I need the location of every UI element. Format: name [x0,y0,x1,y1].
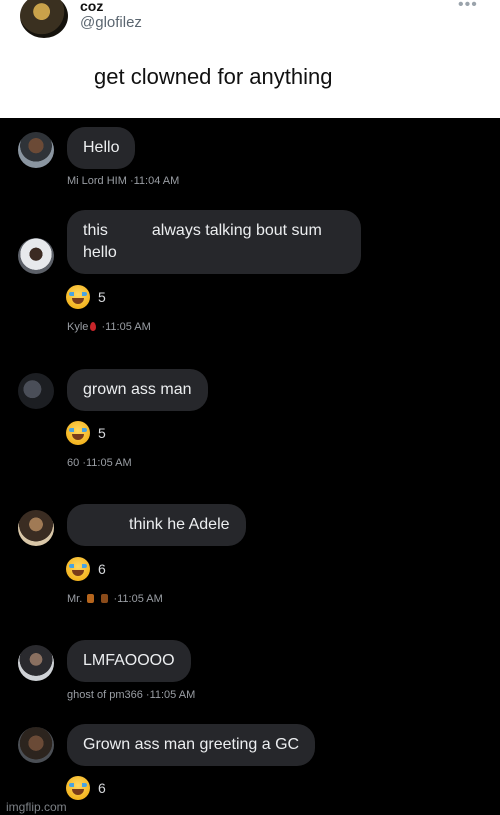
message-bubble[interactable]: this always talking bout sum hello [67,210,361,274]
watermark: imgflip.com [6,800,67,814]
message-text: hello [83,244,117,261]
avatar[interactable] [18,510,54,546]
message-text: think he Adele [129,516,230,533]
tweet-header: coz @glofilez ••• get clowned for anythi… [0,0,500,118]
avatar[interactable] [18,727,54,763]
reaction-count: 6 [98,780,106,796]
message-time: ·11:04 AM [129,175,180,187]
reaction-count: 5 [98,289,106,305]
sender-name: ghost of pm366 [67,689,143,701]
joy-emoji-icon [66,776,90,800]
joy-emoji-icon [66,557,90,581]
more-options-icon[interactable]: ••• [458,0,478,14]
tweet-text: get clowned for anything [94,64,333,89]
message-bubble[interactable]: think he Adele [67,504,246,546]
message-meta: Mi Lord HIM ·11:04 AM [67,175,179,187]
reaction[interactable]: 5 [66,420,106,446]
hand-emoji-icon [101,594,109,603]
sender-name: Mi Lord HIM [67,175,127,187]
message-meta: ghost of pm366 ·11:05 AM [67,689,195,701]
message-bubble[interactable]: Grown ass man greeting a GC [67,724,316,766]
message-text: Grown ass man greeting a GC [83,736,300,753]
message-text: grown ass man [83,381,192,398]
message-text: this [83,222,108,239]
message-text: LMFAOOOO [83,652,175,669]
avatar[interactable] [18,132,54,168]
avatar[interactable] [18,238,54,274]
sender-name: 60 [67,457,80,469]
sender-name: Kyle [67,321,89,333]
message-meta: 60 ·11:05 AM [67,457,132,469]
reaction[interactable]: 6 [66,556,106,582]
hand-emoji-icon [87,594,95,603]
message-bubble[interactable]: LMFAOOOO [67,640,191,682]
joy-emoji-icon [66,421,90,445]
message-text: Hello [83,139,120,156]
tweet-author-name[interactable]: coz [80,0,103,14]
message-time: ·11:05 AM [113,593,163,605]
reaction[interactable]: 6 [66,775,106,801]
message-time: ·11:05 AM [145,689,196,701]
joy-emoji-icon [66,285,90,309]
tweet-author-avatar[interactable] [20,0,68,38]
message-meta: Kyle ·11:05 AM [67,321,151,333]
message-bubble[interactable]: grown ass man [67,369,208,411]
reaction[interactable]: 5 [66,284,106,310]
message-meta: Mr. ·11:05 AM [67,593,163,605]
tweet-author-handle[interactable]: @glofilez [80,14,142,31]
blood-drop-icon [90,322,97,331]
sender-name: Mr. [67,593,83,605]
message-time: ·11:05 AM [82,457,132,469]
message-bubble[interactable]: Hello [67,127,136,169]
reaction-count: 5 [98,425,106,441]
message-text: always talking bout sum [151,222,322,239]
message-time: ·11:05 AM [101,321,151,333]
avatar[interactable] [18,645,54,681]
reaction-count: 6 [98,561,106,577]
avatar[interactable] [18,373,54,409]
